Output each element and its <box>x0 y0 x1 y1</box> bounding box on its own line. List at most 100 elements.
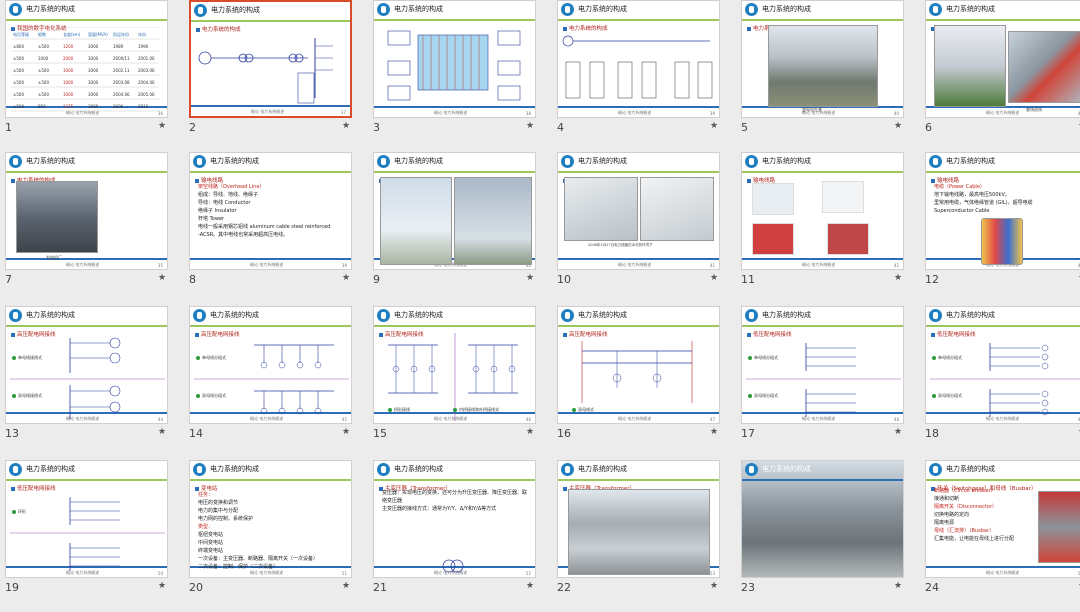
slide-preview[interactable]: 电力系统的构成 低压配电网接线 概论 电力系统概述 48 单母线分段式 双母线分段式 <box>741 306 904 424</box>
slide-header: 电力系统的构成 <box>558 461 719 481</box>
slide-thumbnail[interactable]: 电力系统的构成输电线路概论 电力系统概述412008年1月27日电力线路在冰冻的… <box>552 152 728 304</box>
transition-star-icon[interactable]: ★ <box>710 121 718 131</box>
slide-thumbnail[interactable]: 电力系统的构成输电线路概论 电力系统概述40 9 ★ <box>368 152 544 304</box>
university-logo-icon <box>745 309 758 322</box>
slide-header: 电力系统的构成 <box>742 461 903 481</box>
slide-preview[interactable]: 电力系统的构成 输电线路 概论 电力系统概述 42 <box>741 152 904 270</box>
slide-preview[interactable]: 电力系统的构成电力系统的构成概论 电力系统概述40变电站外景 <box>741 0 904 118</box>
slide-title: 电力系统的构成 <box>946 157 995 165</box>
slide-thumbnail[interactable]: 电力系统的构成电力系统的构成概论 电力系统概述35发电机厂7★ <box>0 152 176 304</box>
transition-star-icon[interactable]: ★ <box>158 427 166 437</box>
slide-thumbnail[interactable]: 电力系统的构成主变压器（Transformer）概论 电力系统概述53 22 ★ <box>552 460 728 612</box>
slide-preview[interactable]: 电力系统的构成 电力系统的构成 概论 电力系统概述 39 <box>557 0 720 118</box>
bullet-icon <box>932 356 936 360</box>
transition-star-icon[interactable]: ★ <box>894 427 902 437</box>
transformer-symbol <box>442 559 464 573</box>
header-band <box>6 171 167 173</box>
slide-preview[interactable]: 电力系统的构成 高压配电网接线 概论 电力系统概述 44 单母线接线式 双母线接线式 <box>5 306 168 424</box>
slide-thumbnail[interactable]: 电力系统的构成 主变压器（Transformer） 概论 电力系统概述 52 变压器：实… <box>368 460 544 612</box>
slide-thumbnail[interactable]: 电力系统的构成 我国的数字电化系统 概论 电力系统概述 36 电压等级 根数 长度(km) 容… <box>0 0 176 152</box>
slide-preview[interactable]: 电力系统的构成 低压配电网接线 概论 电力系统概述 50 环形 <box>5 460 168 578</box>
bullet-line: 汇集电能，让电能在母线上进行分配 <box>934 536 1015 542</box>
transition-star-icon[interactable]: ★ <box>342 273 350 283</box>
slide-page-number: 39 <box>341 263 347 268</box>
slide-header: 电力系统的构成 <box>558 153 719 173</box>
slide-preview[interactable]: 电力系统的构成 高压配电网接线 概论 电力系统概述 46 桥形接线 内桥接线和外桥接线式 <box>373 306 536 424</box>
slide-title: 电力系统的构成 <box>26 465 75 473</box>
photo-caption: 发电机厂 <box>46 255 62 260</box>
transition-star-icon[interactable]: ★ <box>158 121 166 131</box>
table-cell: ±500 <box>13 92 24 97</box>
diagram-label: 双母线式 <box>578 407 594 412</box>
transition-star-icon[interactable]: ★ <box>526 581 534 591</box>
transition-star-icon[interactable]: ★ <box>710 427 718 437</box>
university-logo-icon <box>745 463 758 476</box>
slide-thumbnail[interactable]: 电力系统的构成 低压配电网接线 概论 电力系统概述 48 单母线分段式 双母线分段式 17 ★ <box>736 306 912 458</box>
transition-star-icon[interactable]: ★ <box>342 581 350 591</box>
slide-preview[interactable]: 电力系统的构成 高压配电网接线 概论 电力系统概述 45 单母线分段式 双母线分段式 <box>189 306 352 424</box>
slide-thumbnail[interactable]: 电力系统的构成 23 ★ <box>736 460 912 612</box>
transition-star-icon[interactable]: ★ <box>342 121 350 131</box>
university-logo-icon <box>929 155 942 168</box>
slide-preview[interactable]: 电力系统的构成输电线路概论 电力系统概述43电缆（Power Cable）地下输… <box>925 152 1080 270</box>
slide-thumbnail[interactable]: 电力系统的构成 高压配电网接线 概论 电力系统概述 44 单母线接线式 双母线接线式 13 ★ <box>0 306 176 458</box>
slide-thumbnail[interactable]: 电力系统的构成 输电线路 概论 电力系统概述 39 架空线路（Overhead Line… <box>184 152 360 304</box>
table-cell: 2005.06 <box>138 92 155 97</box>
slide-preview[interactable]: 电力系统的构成输电线路概论 电力系统概述40 <box>373 152 536 270</box>
slide-thumbnail[interactable]: 电力系统的构成 概论 电力系统概述 38 3 ★ <box>368 0 544 152</box>
slide-preview[interactable]: 电力系统的构成 <box>741 460 904 578</box>
slide-preview[interactable]: 电力系统的构成 概论 电力系统概述 38 <box>373 0 536 118</box>
slide-preview[interactable]: 电力系统的构成输电线路概论 电力系统概述412008年1月27日电力线路在冰冻的… <box>557 152 720 270</box>
header-band <box>6 325 167 327</box>
slide-preview[interactable]: 电力系统的构成 电力系统的构成 概论 电力系统概述 37 <box>189 0 352 118</box>
slide-preview[interactable]: 电力系统的构成电力系统的构成概论 电力系统概述35发电机厂 <box>5 152 168 270</box>
slide-preview[interactable]: 电力系统的构成 我国的数字电化系统 概论 电力系统概述 36 电压等级 根数 长度(km) 容… <box>5 0 168 118</box>
slide-thumbnail[interactable]: 电力系统的构成 高压配电网接线 概论 电力系统概述 45 单母线分段式 双母线分段式 14 ★ <box>184 306 360 458</box>
slide-preview[interactable]: 电力系统的构成 主变压器（Transformer） 概论 电力系统概述 52 变压器：实… <box>373 460 536 578</box>
slide-preview[interactable]: 电力系统的构成 开关（Switchgear）和母线（Busbar） 概论 电力系统概… <box>925 460 1080 578</box>
slide-thumbnail[interactable]: 电力系统的构成 开关（Switchgear）和母线（Busbar） 概论 电力系统概… <box>920 460 1080 612</box>
slide-thumbnail[interactable]: 电力系统的构成 输电线路 概论 电力系统概述 42 11 ★ <box>736 152 912 304</box>
header-band <box>191 20 350 22</box>
slide-footer: 概论 电力系统概述 42 <box>742 258 903 269</box>
university-logo-icon <box>561 155 574 168</box>
slide-preview[interactable]: 电力系统的构成电力系统的构成概论 电力系统概述41查线巡线 <box>925 0 1080 118</box>
slide-thumbnail[interactable]: 电力系统的构成 电力系统的构成 概论 电力系统概述 39 4 ★ <box>552 0 728 152</box>
transition-star-icon[interactable]: ★ <box>526 273 534 283</box>
slide-preview[interactable]: 电力系统的构成 高压配电网接线 概论 电力系统概述 47 双母线式 <box>557 306 720 424</box>
slide-thumbnail[interactable]: 电力系统的构成电力系统的构成概论 电力系统概述41查线巡线6★ <box>920 0 1080 152</box>
footer-text: 概论 电力系统概述 <box>618 262 652 267</box>
slide-preview[interactable]: 电力系统的构成低压配电网接线概论 电力系统概述49单母线分段式双母线分段式 <box>925 306 1080 424</box>
table-cell: 2001.06 <box>138 56 155 61</box>
slide-thumbnail[interactable]: 电力系统的构成 电力系统的构成 概论 电力系统概述 37 2 ★ <box>184 0 360 152</box>
transition-star-icon[interactable]: ★ <box>894 121 902 131</box>
slide-thumbnail[interactable]: 电力系统的构成电力系统的构成概论 电力系统概述40变电站外景5★ <box>736 0 912 152</box>
slide-header: 电力系统的构成 <box>926 461 1080 481</box>
slide-preview[interactable]: 电力系统的构成 变电站 概论 电力系统概述 51 任务： 电压的变换和调节 电力的集中与分配… <box>189 460 352 578</box>
slide-thumbnail[interactable]: 电力系统的构成 变电站 概论 电力系统概述 51 任务： 电压的变换和调节 电力的集中与分配… <box>184 460 360 612</box>
slide-thumbnail[interactable]: 电力系统的构成 低压配电网接线 概论 电力系统概述 50 环形 19 ★ <box>0 460 176 612</box>
slide-preview[interactable]: 电力系统的构成 输电线路 概论 电力系统概述 39 架空线路（Overhead Line… <box>189 152 352 270</box>
transition-star-icon[interactable]: ★ <box>710 273 718 283</box>
transition-star-icon[interactable]: ★ <box>526 427 534 437</box>
transition-star-icon[interactable]: ★ <box>158 581 166 591</box>
bullet-line: 地下输电线路，最高电压500kV。 <box>934 192 1010 198</box>
transition-star-icon[interactable]: ★ <box>158 273 166 283</box>
slide-header: 电力系统的构成 <box>6 153 167 173</box>
slide-number: 20 <box>189 581 203 594</box>
bullet-line: 断路器（Circuit breaker） <box>934 488 996 494</box>
footer-text: 概论 电力系统概述 <box>250 262 284 267</box>
transition-star-icon[interactable]: ★ <box>710 581 718 591</box>
transition-star-icon[interactable]: ★ <box>894 581 902 591</box>
slide-thumbnail[interactable]: 电力系统的构成低压配电网接线概论 电力系统概述49单母线分段式双母线分段式18★ <box>920 306 1080 458</box>
table-cell: ±500 <box>38 68 49 73</box>
transition-star-icon[interactable]: ★ <box>342 427 350 437</box>
table-cell: 2006 <box>113 104 124 109</box>
slide-thumbnail[interactable]: 电力系统的构成 高压配电网接线 概论 电力系统概述 46 桥形接线 内桥接线和外桥接线式 1… <box>368 306 544 458</box>
transition-star-icon[interactable]: ★ <box>526 121 534 131</box>
slide-preview[interactable]: 电力系统的构成主变压器（Transformer）概论 电力系统概述53 <box>557 460 720 578</box>
slide-thumbnail[interactable]: 电力系统的构成 高压配电网接线 概论 电力系统概述 47 双母线式 16 ★ <box>552 306 728 458</box>
transition-star-icon[interactable]: ★ <box>894 273 902 283</box>
bullet-line: 里常用电缆，气体绝缘管道 (GIL)，超导电缆 <box>934 200 1033 206</box>
slide-thumbnail[interactable]: 电力系统的构成输电线路概论 电力系统概述43电缆（Power Cable）地下输… <box>920 152 1080 304</box>
